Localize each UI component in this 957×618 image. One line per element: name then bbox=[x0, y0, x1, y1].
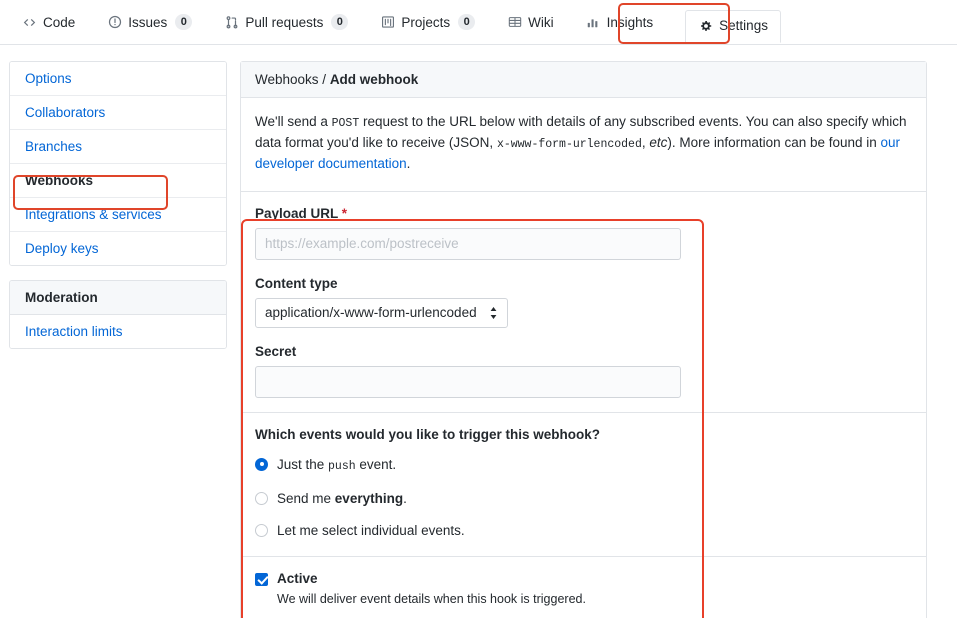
everything-prefix: Send me bbox=[277, 490, 335, 506]
nav-tab-wiki-label: Wiki bbox=[528, 14, 554, 30]
active-row[interactable]: Active We will deliver event details whe… bbox=[255, 571, 912, 608]
active-text-block: Active We will deliver event details whe… bbox=[277, 571, 586, 608]
radio-push-event[interactable] bbox=[255, 457, 268, 471]
nav-tab-issues-label: Issues bbox=[128, 14, 168, 30]
required-marker: * bbox=[341, 205, 348, 221]
nav-tab-projects[interactable]: Projects 0 bbox=[380, 10, 476, 34]
sidebar-item-branches[interactable]: Branches bbox=[10, 130, 226, 164]
issues-count: 0 bbox=[175, 14, 193, 30]
nav-tab-insights[interactable]: Insights bbox=[586, 11, 654, 34]
desc-form-urlencoded: x-www-form-urlencoded bbox=[496, 137, 642, 151]
content-type-label: Content type bbox=[255, 275, 338, 291]
page-body: Options Collaborators Branches Webhooks … bbox=[0, 45, 957, 618]
projects-count: 0 bbox=[458, 14, 476, 30]
content-type-group: Content type application/x-www-form-urle… bbox=[255, 276, 912, 328]
content-type-select[interactable]: application/x-www-form-urlencoded applic… bbox=[255, 297, 508, 328]
event-option-everything[interactable]: Send me everything. bbox=[255, 490, 912, 508]
issue-opened-icon bbox=[107, 15, 122, 30]
gear-icon bbox=[698, 18, 713, 33]
settings-sidebar: Options Collaborators Branches Webhooks … bbox=[9, 61, 227, 349]
radio-send-everything[interactable] bbox=[255, 491, 268, 505]
sidebar-item-interaction-limits[interactable]: Interaction limits bbox=[10, 315, 226, 348]
nav-tab-insights-label: Insights bbox=[606, 14, 654, 30]
desc-part-4: ). More information can be found in bbox=[667, 134, 881, 150]
pull-requests-count: 0 bbox=[331, 14, 349, 30]
nav-tab-projects-label: Projects bbox=[401, 14, 451, 30]
active-help-text: We will deliver event details when this … bbox=[277, 591, 586, 606]
desc-etc: etc bbox=[649, 134, 668, 150]
secret-group: Secret bbox=[255, 344, 912, 398]
secret-input[interactable] bbox=[255, 365, 681, 398]
payload-url-group: Payload URL * bbox=[255, 206, 912, 260]
book-icon bbox=[507, 15, 522, 30]
nav-tab-issues[interactable]: Issues 0 bbox=[107, 10, 193, 34]
graph-icon bbox=[586, 15, 601, 30]
event-option-individual[interactable]: Let me select individual events. bbox=[255, 522, 912, 540]
project-icon bbox=[380, 15, 395, 30]
radio-select-individual-events[interactable] bbox=[255, 524, 268, 538]
event-option-push[interactable]: Just the push event. bbox=[255, 456, 912, 475]
trigger-events-question: Which events would you like to trigger t… bbox=[255, 426, 601, 442]
nav-tab-settings-label: Settings bbox=[719, 18, 768, 33]
desc-part-5: . bbox=[406, 155, 411, 171]
active-label: Active bbox=[277, 570, 318, 586]
nav-tab-pull-requests[interactable]: Pull requests 0 bbox=[224, 10, 349, 34]
event-option-individual-label: Let me select individual events. bbox=[277, 523, 465, 539]
nav-tab-code-label: Code bbox=[43, 14, 76, 30]
secret-label: Secret bbox=[255, 343, 297, 359]
sidebar-heading-moderation: Moderation bbox=[10, 281, 226, 315]
event-option-push-label: Just the push event. bbox=[277, 456, 396, 475]
github-webhook-settings-page: Code Issues 0 Pull requests 0 Projects 0 bbox=[0, 0, 957, 618]
everything-bold: everything bbox=[334, 490, 404, 506]
push-prefix: Just the bbox=[277, 456, 329, 472]
push-code: push bbox=[328, 459, 356, 473]
breadcrumb-current: Add webhook bbox=[329, 72, 419, 87]
settings-menu-primary: Options Collaborators Branches Webhooks … bbox=[9, 61, 227, 266]
nav-tab-wiki[interactable]: Wiki bbox=[507, 11, 554, 34]
sidebar-item-webhooks[interactable]: Webhooks bbox=[10, 164, 226, 198]
repository-nav: Code Issues 0 Pull requests 0 Projects 0 bbox=[0, 0, 957, 45]
git-pull-request-icon bbox=[224, 15, 239, 30]
payload-url-label: Payload URL * bbox=[255, 206, 912, 221]
breadcrumb-separator: / bbox=[318, 72, 330, 87]
active-section: Active We will deliver event details whe… bbox=[241, 557, 926, 618]
nav-tab-code[interactable]: Code bbox=[22, 11, 75, 34]
payload-url-input[interactable] bbox=[255, 227, 681, 260]
sidebar-item-deploy-keys[interactable]: Deploy keys bbox=[10, 232, 226, 265]
webhook-description: We'll send a POST request to the URL bel… bbox=[241, 98, 926, 192]
payload-url-label-text: Payload URL bbox=[255, 205, 339, 221]
nav-tab-settings[interactable]: Settings bbox=[685, 10, 781, 43]
push-suffix: event. bbox=[355, 456, 397, 472]
breadcrumb-parent[interactable]: Webhooks bbox=[255, 72, 319, 87]
event-option-everything-label: Send me everything. bbox=[277, 490, 407, 508]
code-icon bbox=[22, 15, 37, 30]
webhook-config-section: Payload URL * Content type application/x… bbox=[241, 192, 926, 413]
add-webhook-panel: Webhooks / Add webhook We'll send a POST… bbox=[240, 61, 927, 618]
checkbox-active[interactable] bbox=[255, 572, 268, 586]
settings-menu-moderation: Moderation Interaction limits bbox=[9, 280, 227, 349]
desc-part-1: We'll send a bbox=[255, 114, 332, 129]
sidebar-item-integrations-services[interactable]: Integrations & services bbox=[10, 198, 226, 232]
content-type-select-wrapper: application/x-www-form-urlencoded applic… bbox=[255, 297, 508, 328]
sidebar-item-options[interactable]: Options bbox=[10, 62, 226, 96]
sidebar-item-collaborators[interactable]: Collaborators bbox=[10, 96, 226, 130]
nav-tab-pull-requests-label: Pull requests bbox=[245, 14, 324, 30]
everything-suffix: . bbox=[403, 490, 407, 506]
desc-post-method: POST bbox=[331, 117, 360, 130]
breadcrumb: Webhooks / Add webhook bbox=[241, 62, 926, 98]
trigger-events-section: Which events would you like to trigger t… bbox=[241, 413, 926, 557]
